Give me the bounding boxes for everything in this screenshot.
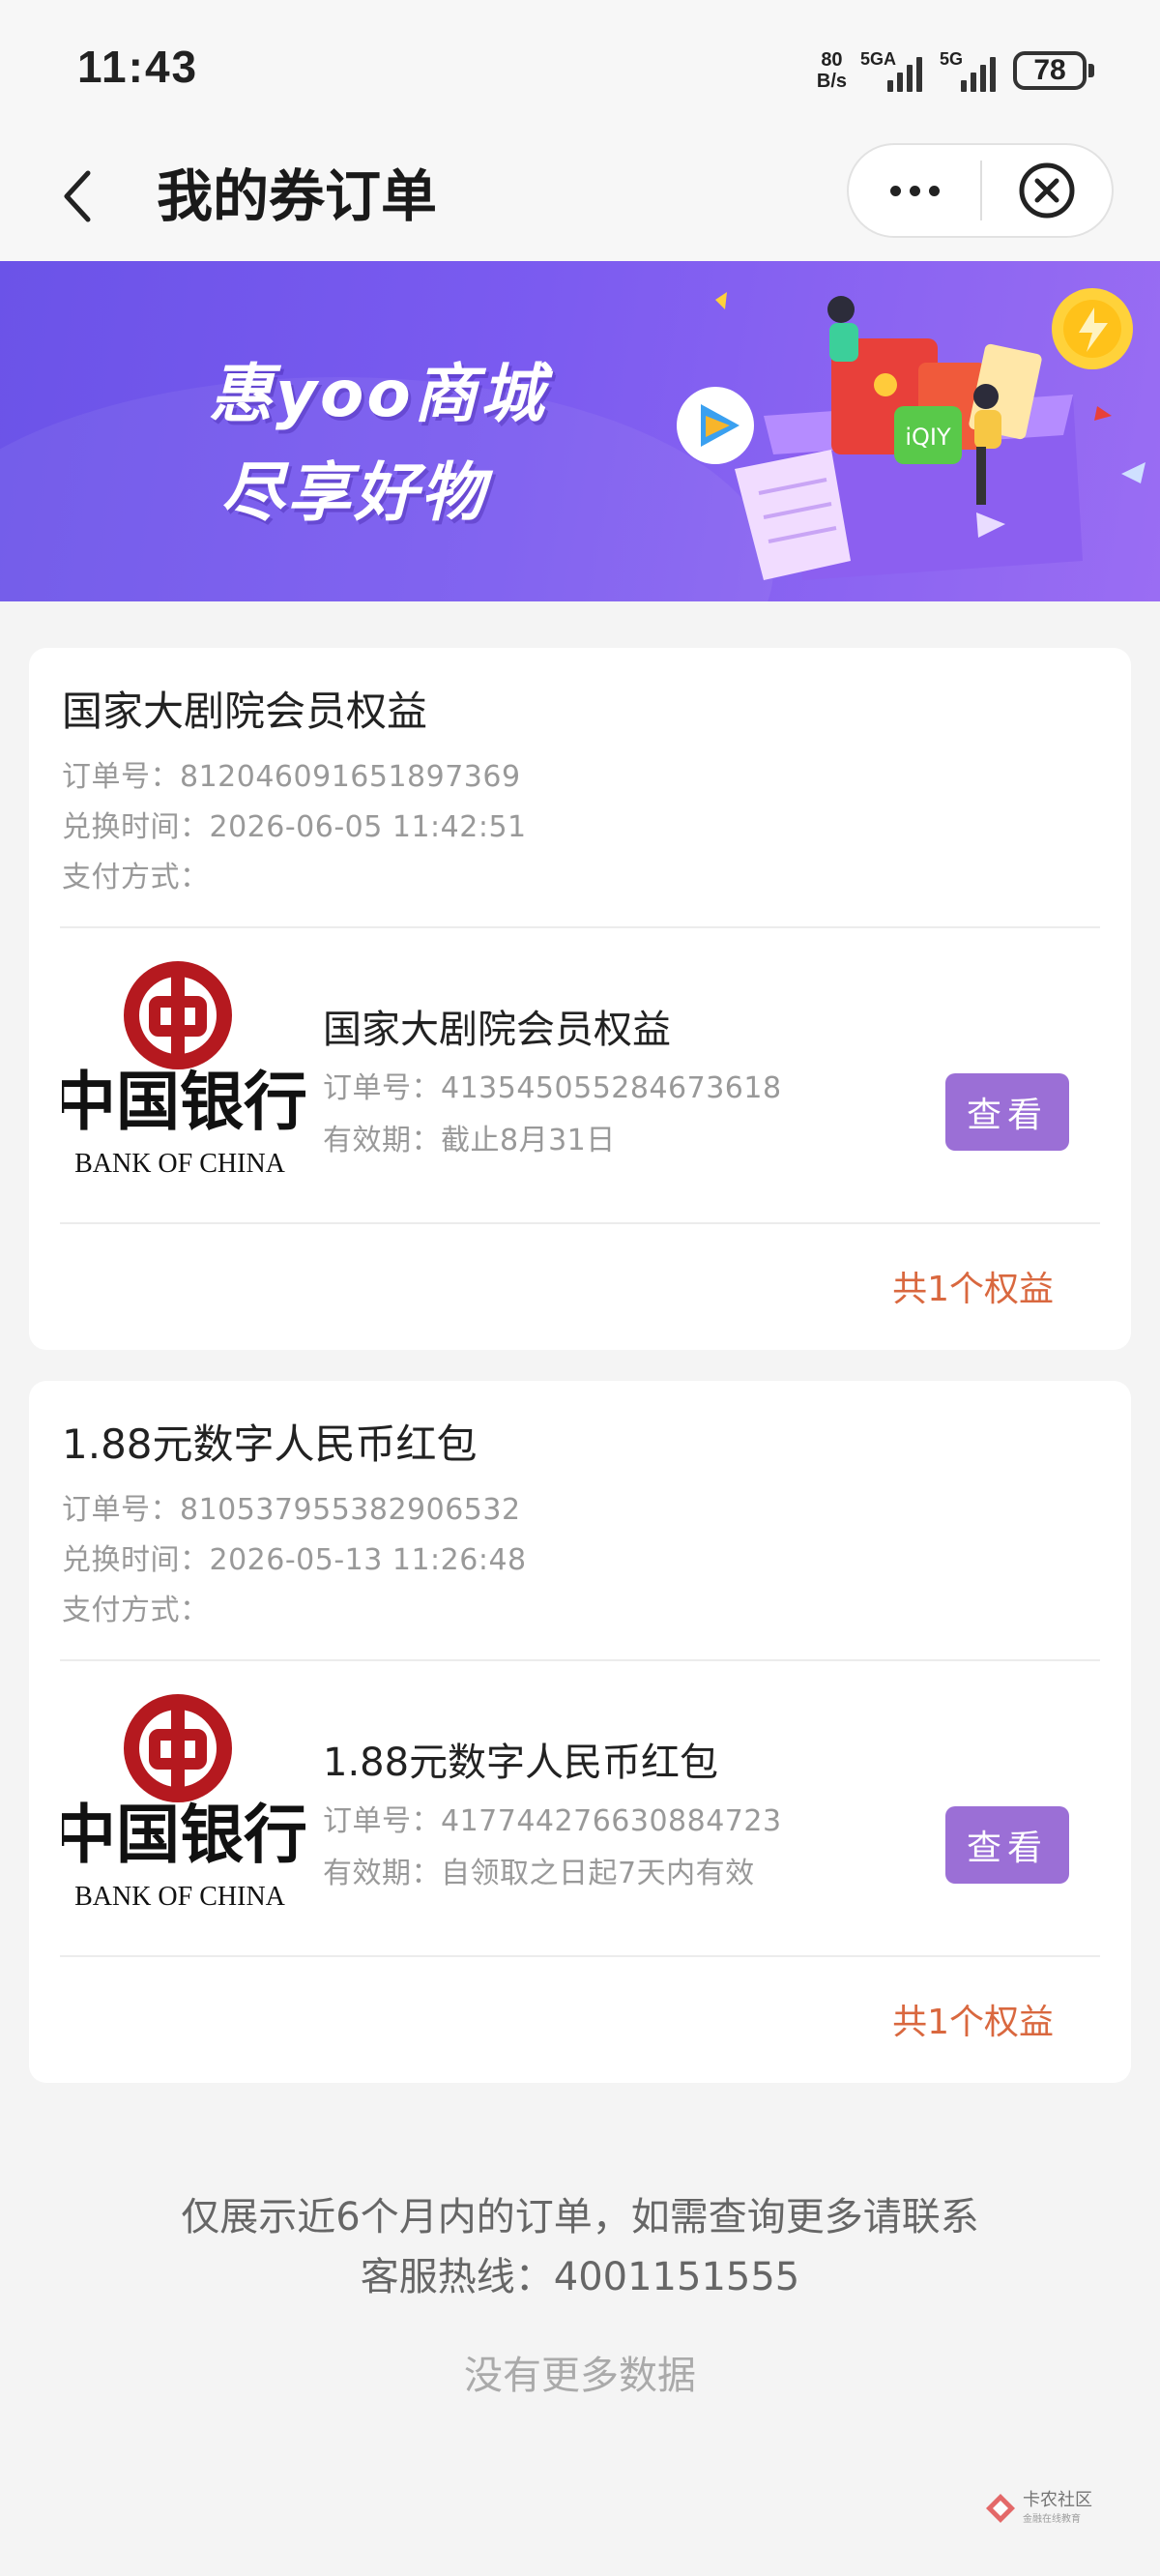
item-order-number: 订单号：417744276630884723 <box>323 1804 782 1838</box>
payment-method: 支付方式： <box>62 861 210 894</box>
network-speed: 80 B/s <box>816 49 847 92</box>
divider <box>60 926 1100 928</box>
history-notice: 仅展示近6个月内的订单，如需查询更多请联系 客服热线：4001151555 <box>0 2187 1160 2307</box>
more-dots-icon <box>889 185 901 196</box>
svg-text:BANK OF CHINA: BANK OF CHINA <box>74 1149 286 1179</box>
status-bar: 11:43 80 B/s 5GA 5G 78 <box>0 0 1160 135</box>
page-title: 我的券订单 <box>157 163 438 229</box>
kanong-logo-icon <box>986 2493 1015 2523</box>
divider <box>60 1222 1100 1224</box>
exchange-time: 兑换时间：2026-05-13 11:26:48 <box>62 1543 527 1577</box>
item-title: 国家大剧院会员权益 <box>323 1008 671 1052</box>
exchange-time: 兑换时间：2026-06-05 11:42:51 <box>62 810 527 844</box>
banner-headline: 惠yoo商城 <box>209 357 547 431</box>
hotline-text[interactable]: 客服热线：4001151555 <box>0 2247 1160 2307</box>
order-card[interactable]: 1.88元数字人民币红包 订单号：810537955382906532 兑换时间… <box>29 1381 1131 2083</box>
divider <box>60 1955 1100 1957</box>
status-time: 11:43 <box>77 42 199 92</box>
divider <box>60 1659 1100 1661</box>
signal-sim1-icon: 5GA <box>860 49 926 92</box>
mini-program-capsule <box>847 143 1114 238</box>
svg-text:中国银行: 中国银行 <box>62 1797 305 1872</box>
svg-text:BANK OF CHINA: BANK OF CHINA <box>74 1882 286 1912</box>
payment-method: 支付方式： <box>62 1594 210 1627</box>
bank-of-china-logo: 中国银行 BANK OF CHINA <box>62 1694 305 1912</box>
order-card[interactable]: 国家大剧院会员权益 订单号：812046091651897369 兑换时间：20… <box>29 648 1131 1350</box>
order-title: 国家大剧院会员权益 <box>62 688 428 735</box>
item-order-number: 订单号：413545055284673618 <box>323 1071 782 1105</box>
battery-icon: 78 <box>1013 51 1094 90</box>
order-title: 1.88元数字人民币红包 <box>62 1420 478 1468</box>
status-indicators: 80 B/s 5GA 5G 78 <box>816 44 1094 97</box>
bank-of-china-logo: 中国银行 BANK OF CHINA <box>62 961 305 1179</box>
notice-line-1: 仅展示近6个月内的订单，如需查询更多请联系 <box>181 2195 979 2239</box>
battery-level: 78 <box>1033 54 1066 86</box>
banner-subline: 尽享好物 <box>220 455 487 530</box>
more-button[interactable] <box>849 145 980 236</box>
svg-text:iQIY: iQIY <box>905 424 951 451</box>
view-button[interactable]: 查看 <box>945 1806 1069 1884</box>
order-number: 订单号：812046091651897369 <box>62 760 521 794</box>
signal-sim2-icon: 5G <box>940 49 1000 92</box>
back-button[interactable] <box>44 162 112 230</box>
item-title: 1.88元数字人民币红包 <box>323 1741 719 1785</box>
benefit-count: 共1个权益 <box>892 2003 1054 2042</box>
watermark: 卡农社区 金融在线教育 <box>984 2491 1092 2525</box>
svg-text:中国银行: 中国银行 <box>62 1064 305 1139</box>
chevron-left-icon <box>64 170 91 222</box>
view-button[interactable]: 查看 <box>945 1073 1069 1151</box>
gift-box-illustration: iQIY <box>677 288 1146 580</box>
close-button[interactable] <box>982 160 1112 221</box>
nav-bar: 我的券订单 <box>0 135 1160 261</box>
promo-banner[interactable]: 惠yoo商城 尽享好物 iQIY <box>0 261 1160 601</box>
order-number: 订单号：810537955382906532 <box>62 1493 521 1527</box>
item-validity: 有效期：自领取之日起7天内有效 <box>323 1857 755 1890</box>
item-validity: 有效期：截止8月31日 <box>323 1124 616 1157</box>
no-more-data: 没有更多数据 <box>464 2354 696 2398</box>
benefit-count: 共1个权益 <box>892 1270 1054 1309</box>
close-circle-icon <box>1019 162 1075 219</box>
